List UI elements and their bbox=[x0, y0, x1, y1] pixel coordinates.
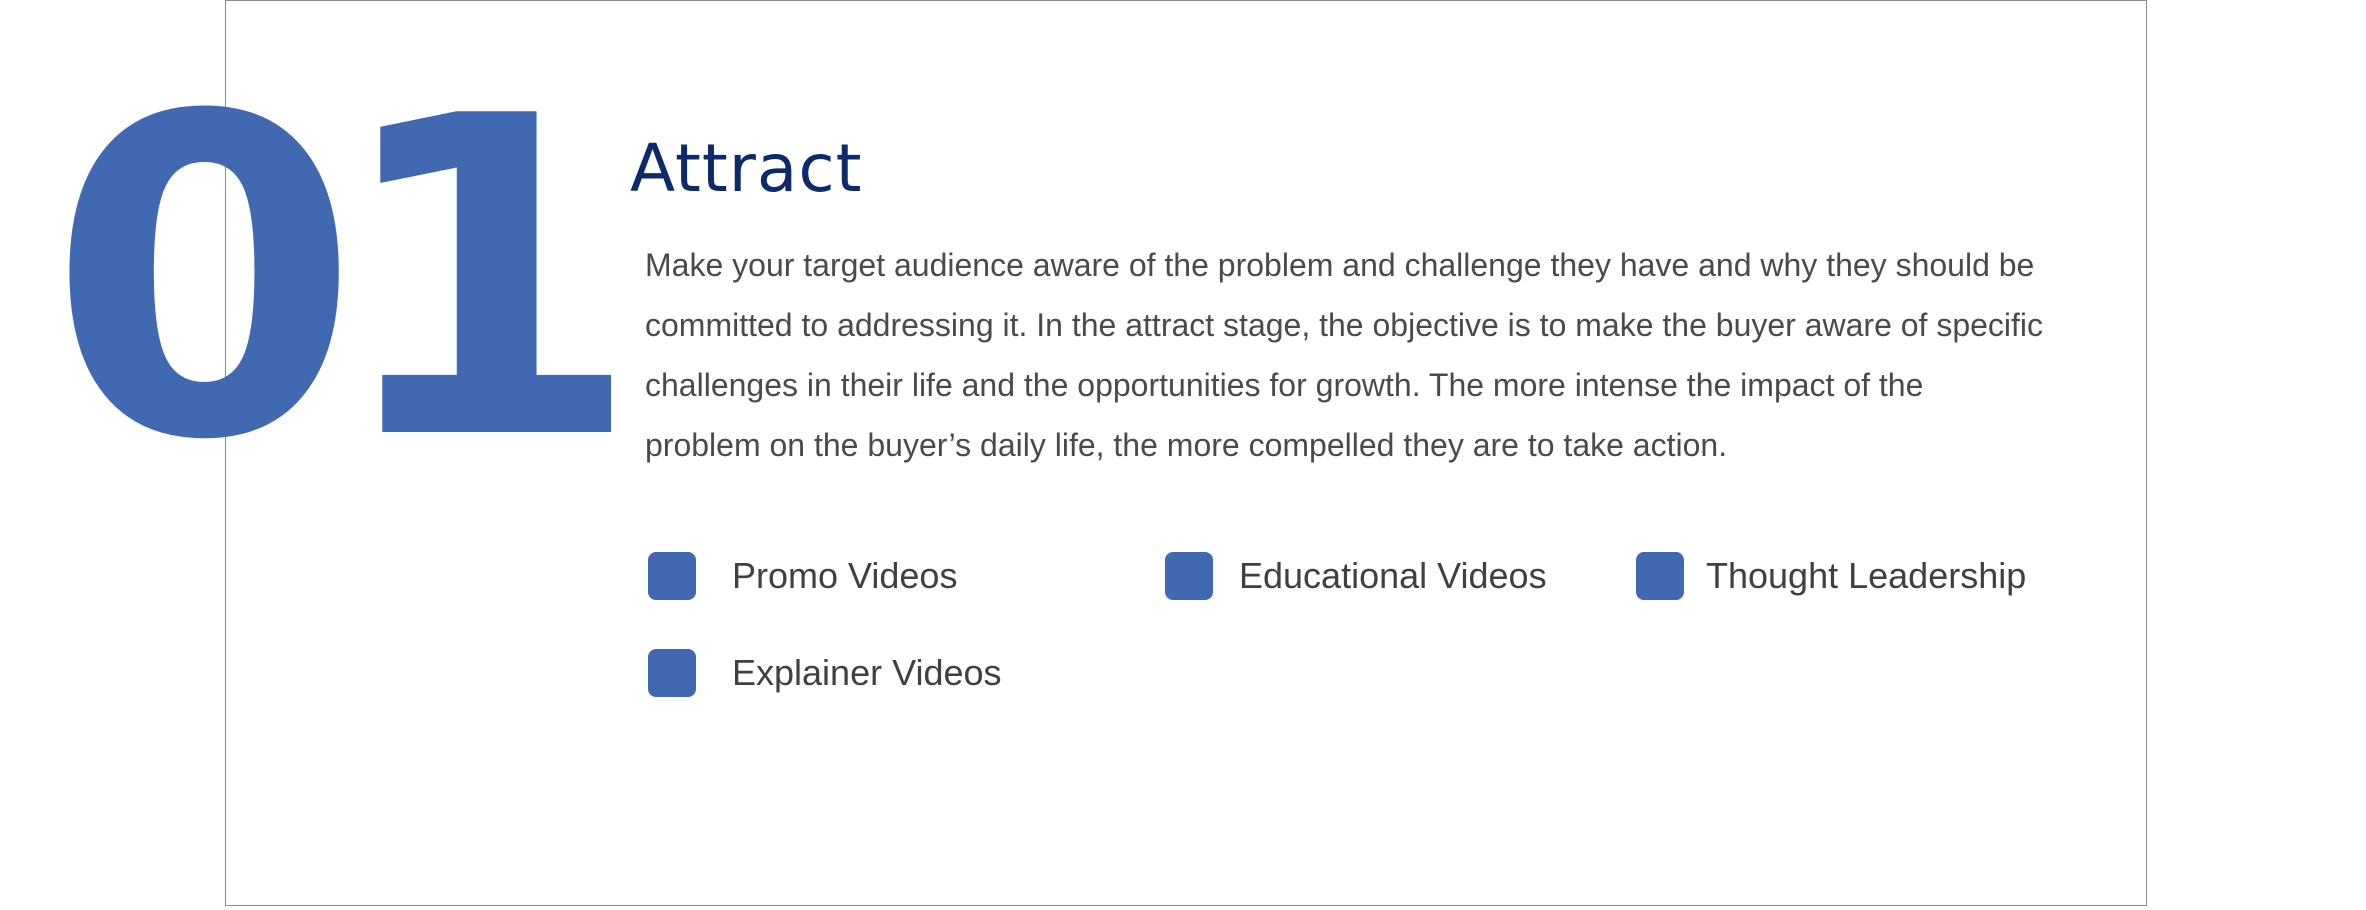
square-bullet-icon bbox=[648, 649, 696, 697]
square-bullet-icon bbox=[648, 552, 696, 600]
step-number: 01 bbox=[48, 24, 642, 536]
square-bullet-icon bbox=[1636, 552, 1684, 600]
tag-thought-leadership: Thought Leadership bbox=[1636, 552, 2026, 600]
tag-label: Thought Leadership bbox=[1706, 555, 2027, 596]
tag-promo-videos: Promo Videos bbox=[648, 552, 957, 600]
tag-label: Educational Videos bbox=[1239, 555, 1547, 596]
section-title: Attract bbox=[630, 130, 863, 207]
tag-label: Explainer Videos bbox=[732, 652, 1002, 693]
tag-label: Promo Videos bbox=[732, 555, 958, 596]
square-bullet-icon bbox=[1165, 552, 1213, 600]
tag-explainer-videos: Explainer Videos bbox=[648, 649, 1002, 697]
section-description: Make your target audience aware of the p… bbox=[645, 247, 2044, 463]
tag-educational-videos: Educational Videos bbox=[1165, 552, 1547, 600]
